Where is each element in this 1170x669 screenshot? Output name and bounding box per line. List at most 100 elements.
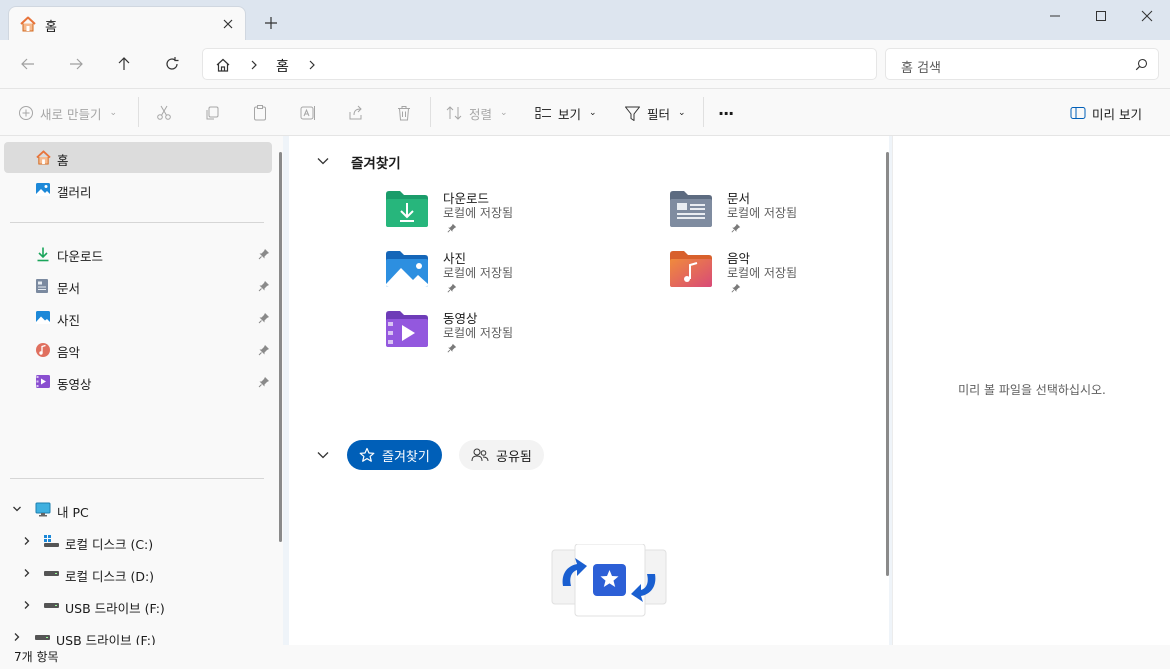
quick-access-item-downloads[interactable]: 다운로드 로컬에 저장됨 xyxy=(385,188,645,240)
tree-item-drive-d[interactable]: 로컬 디스크 (D:) xyxy=(4,558,272,589)
close-tab-icon[interactable] xyxy=(219,15,237,33)
sidebar-item-home[interactable]: 홈 xyxy=(4,142,272,173)
sidebar-item-label: 다운로드 xyxy=(57,249,104,264)
new-tab-icon[interactable] xyxy=(262,14,280,32)
address-bar-row: 홈 홈 검색 xyxy=(0,40,1170,89)
clipboard-icon xyxy=(254,105,266,121)
delete-button[interactable] xyxy=(395,101,413,125)
tab-home[interactable]: 홈 xyxy=(8,6,246,40)
sidebar-item-music[interactable]: 음악 xyxy=(4,334,272,365)
home-outline-icon[interactable] xyxy=(215,57,231,73)
view-button[interactable]: 보기 ⌄ xyxy=(535,101,597,125)
pin-icon[interactable] xyxy=(258,376,270,388)
command-bar: 새로 만들기 ⌄ 정렬 ⌄ 보기 ⌄ 필터 ⌄ ··· 미리 보기 xyxy=(0,89,1170,136)
sidebar-item-gallery[interactable]: 갤러리 xyxy=(4,174,272,205)
music-folder-icon xyxy=(669,248,713,288)
quick-access-status: 로컬에 저장됨 xyxy=(443,266,514,280)
maximize-button[interactable] xyxy=(1078,0,1124,32)
quick-access-item-videos[interactable]: 동영상 로컬에 저장됨 xyxy=(385,308,645,360)
pin-icon xyxy=(447,343,457,353)
chevron-down-icon[interactable] xyxy=(316,449,330,461)
chevron-right-icon[interactable] xyxy=(22,600,32,610)
chevron-down-icon[interactable] xyxy=(12,504,22,514)
pin-icon xyxy=(447,223,457,233)
pictures-folder-icon xyxy=(385,248,429,288)
preview-pane: 미리 볼 파일을 선택하십시오. xyxy=(892,136,1170,645)
main-scrollbar[interactable] xyxy=(886,152,889,576)
videos-folder-icon xyxy=(385,308,429,348)
plus-circle-icon xyxy=(19,106,33,120)
scissors-icon xyxy=(157,105,171,120)
pin-icon[interactable] xyxy=(258,280,270,292)
pin-icon xyxy=(731,223,741,233)
more-options-button[interactable]: ··· xyxy=(718,101,734,125)
address-field[interactable]: 홈 xyxy=(202,48,877,80)
sidebar-item-documents[interactable]: 문서 xyxy=(4,270,272,301)
sidebar-item-label: 사진 xyxy=(57,313,81,328)
quick-access-item-documents[interactable]: 문서 로컬에 저장됨 xyxy=(669,188,929,240)
favorites-pill-label: 즐겨찾기 xyxy=(382,449,430,465)
favorites-pill[interactable]: 즐겨찾기 xyxy=(347,440,442,470)
minimize-button[interactable] xyxy=(1032,0,1078,32)
pin-icon xyxy=(447,283,457,293)
back-button[interactable] xyxy=(17,53,39,75)
document-icon xyxy=(35,278,49,294)
chevron-right-icon[interactable] xyxy=(22,536,32,546)
filter-label: 필터 xyxy=(647,106,671,122)
sidebar-scrollbar[interactable] xyxy=(279,152,282,542)
shared-pill[interactable]: 공유됨 xyxy=(459,440,544,470)
share-icon xyxy=(349,105,362,120)
breadcrumb[interactable]: 홈 xyxy=(276,56,289,76)
refresh-icon xyxy=(166,57,179,70)
pin-icon xyxy=(731,283,741,293)
share-button[interactable] xyxy=(347,101,365,125)
preview-pane-button[interactable]: 미리 보기 xyxy=(1070,101,1142,125)
navigation-pane: 홈 갤러리 다운로드 문서 사진 음악 동영상 내 PC 로컬 디스크 (C:)… xyxy=(0,136,283,648)
sidebar-item-downloads[interactable]: 다운로드 xyxy=(4,238,272,269)
cut-button[interactable] xyxy=(155,101,173,125)
tree-item-this-pc[interactable]: 내 PC xyxy=(4,494,272,525)
chevron-right-icon[interactable] xyxy=(12,632,22,642)
chevron-down-icon[interactable] xyxy=(316,155,330,167)
more-label: ··· xyxy=(718,103,734,123)
rename-button[interactable] xyxy=(299,101,317,125)
chevron-right-icon[interactable] xyxy=(249,59,259,71)
sidebar-item-label: 동영상 xyxy=(57,377,92,392)
refresh-button[interactable] xyxy=(161,53,183,75)
favorites-empty-illustration xyxy=(549,544,669,618)
copy-button[interactable] xyxy=(203,101,221,125)
preview-label: 미리 보기 xyxy=(1092,106,1142,122)
tab-label: 홈 xyxy=(45,20,57,35)
pin-icon[interactable] xyxy=(258,312,270,324)
forward-arrow-icon xyxy=(70,58,83,70)
preview-message: 미리 볼 파일을 선택하십시오. xyxy=(958,383,1106,397)
home-icon xyxy=(19,16,37,32)
download-icon xyxy=(35,246,51,262)
chevron-right-icon[interactable] xyxy=(22,568,32,578)
gallery-icon xyxy=(35,182,51,197)
sort-button[interactable]: 정렬 ⌄ xyxy=(446,101,508,125)
status-bar: 7개 항목 xyxy=(0,645,1170,669)
sidebar-item-pictures[interactable]: 사진 xyxy=(4,302,272,333)
paste-button[interactable] xyxy=(251,101,269,125)
chevron-right-icon[interactable] xyxy=(307,59,317,71)
tree-item-usb-f[interactable]: USB 드라이브 (F:) xyxy=(4,590,272,621)
pc-icon xyxy=(35,502,51,517)
pin-icon[interactable] xyxy=(258,248,270,260)
search-input[interactable]: 홈 검색 xyxy=(885,48,1159,80)
rename-icon xyxy=(300,106,315,120)
video-icon xyxy=(35,374,51,389)
documents-folder-icon xyxy=(669,188,713,228)
quick-access-item-music[interactable]: 음악 로컬에 저장됨 xyxy=(669,248,929,300)
forward-button[interactable] xyxy=(65,53,87,75)
sidebar-item-videos[interactable]: 동영상 xyxy=(4,366,272,397)
new-button[interactable]: 새로 만들기 ⌄ xyxy=(18,101,117,125)
pin-icon[interactable] xyxy=(258,344,270,356)
up-button[interactable] xyxy=(113,53,135,75)
back-arrow-icon xyxy=(21,58,34,70)
tree-item-drive-c[interactable]: 로컬 디스크 (C:) xyxy=(4,526,272,557)
close-window-button[interactable] xyxy=(1124,0,1170,32)
filter-button[interactable]: 필터 ⌄ xyxy=(624,101,686,125)
quick-access-item-pictures[interactable]: 사진 로컬에 저장됨 xyxy=(385,248,645,300)
divider xyxy=(138,97,139,127)
